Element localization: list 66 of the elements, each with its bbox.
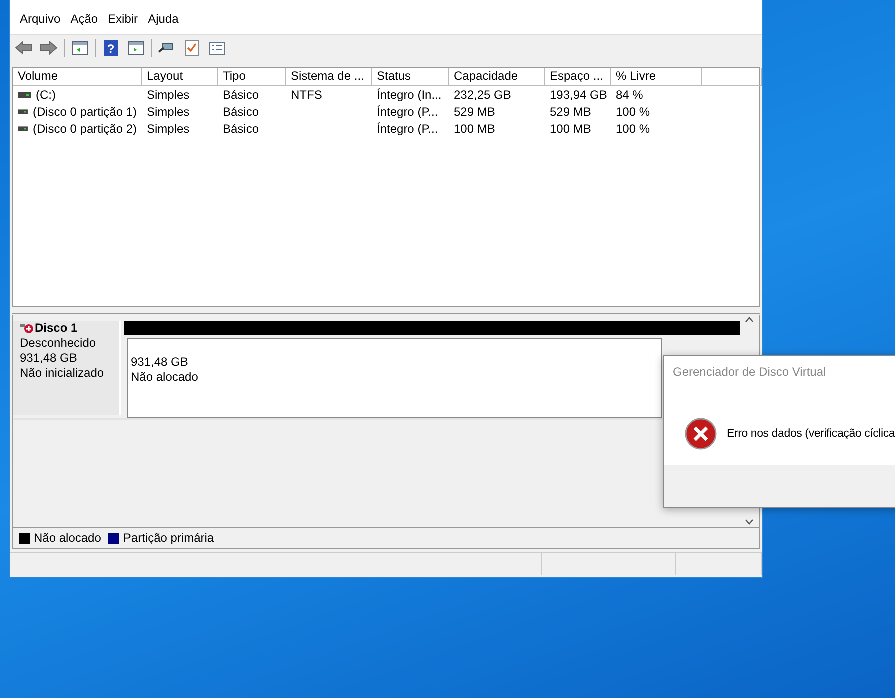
column-header[interactable]: Layout bbox=[142, 68, 218, 86]
table-cell-text: 100 MB bbox=[453, 122, 496, 136]
back-button[interactable] bbox=[14, 39, 34, 57]
check-button[interactable] bbox=[182, 39, 202, 57]
table-cell-text: 100 % bbox=[615, 104, 652, 118]
table-cell: (C:) bbox=[36, 88, 56, 102]
column-header[interactable]: Tipo bbox=[218, 68, 286, 86]
checklist-icon bbox=[209, 42, 225, 54]
partition-size: 931,48 GB bbox=[131, 355, 188, 370]
partition-box[interactable]: 931,48 GB Não alocado bbox=[127, 338, 662, 418]
arrow-left-icon bbox=[15, 41, 33, 55]
chevron-down-icon bbox=[745, 519, 754, 525]
disk-state: Não inicializado bbox=[20, 366, 104, 381]
help-button[interactable]: ? bbox=[101, 39, 121, 57]
table-cell-text: 84 % bbox=[615, 88, 644, 102]
drive-icon bbox=[18, 108, 28, 114]
console-tree-button[interactable] bbox=[70, 39, 90, 57]
table-cell-text: 529 MB bbox=[549, 104, 592, 118]
table-cell-text: 193,94 GB bbox=[549, 88, 608, 102]
column-header[interactable]: Espaço ... bbox=[545, 68, 611, 86]
column-header[interactable]: Sistema de ... bbox=[286, 68, 372, 86]
help-icon: ? bbox=[104, 40, 118, 56]
drive-icon bbox=[18, 92, 31, 98]
table-cell-text: Básico bbox=[222, 88, 260, 102]
chevron-up-icon bbox=[745, 317, 754, 323]
dialog-title: Gerenciador de Disco Virtual bbox=[672, 364, 828, 381]
table-cell-text: Básico bbox=[222, 104, 260, 118]
table-cell: (Disco 0 partição 2) bbox=[32, 122, 137, 136]
table-cell-text: Simples bbox=[146, 104, 191, 118]
table-cell-text: Íntegro (In... bbox=[376, 88, 443, 102]
error-icon bbox=[685, 418, 717, 450]
column-header[interactable]: Capacidade bbox=[449, 68, 545, 86]
menu-item[interactable]: Arquivo bbox=[16, 12, 65, 34]
window-pane-icon bbox=[72, 41, 88, 55]
table-cell-text: NTFS bbox=[290, 88, 324, 102]
legend-label: Não alocado bbox=[34, 531, 102, 545]
legend-label: Partição primária bbox=[123, 531, 214, 545]
partition-label: Não alocado bbox=[131, 370, 198, 386]
menu-item[interactable]: Exibir bbox=[104, 12, 142, 34]
table-cell-text: 100 MB bbox=[549, 122, 592, 136]
properties-button[interactable] bbox=[207, 39, 227, 57]
table-cell: (Disco 0 partição 1) bbox=[32, 104, 137, 118]
drive-icon bbox=[18, 126, 28, 132]
disk-size: 931,48 GB bbox=[20, 351, 78, 366]
window-pane-icon bbox=[128, 41, 144, 55]
menu-item[interactable]: Ajuda bbox=[144, 12, 183, 34]
arrow-right-icon bbox=[40, 41, 58, 55]
column-header[interactable]: Status bbox=[372, 68, 449, 86]
table-cell-text: 529 MB bbox=[453, 104, 496, 118]
table-cell-text: Básico bbox=[222, 122, 260, 136]
table-cell-text: Simples bbox=[146, 122, 191, 136]
table-cell-text: Íntegro (P... bbox=[376, 104, 440, 118]
menu-item[interactable]: Ação bbox=[66, 12, 102, 34]
table-cell-text: Íntegro (P... bbox=[376, 122, 440, 136]
table-cell-text: 232,25 GB bbox=[453, 88, 512, 102]
column-header[interactable]: Volume bbox=[13, 68, 142, 86]
forward-button[interactable] bbox=[39, 39, 59, 57]
checked-page-icon bbox=[185, 40, 199, 56]
error-message: Erro nos dados (verificação cíclica bbox=[727, 428, 895, 440]
action-pane-button[interactable] bbox=[126, 39, 146, 57]
table-cell-text: Simples bbox=[146, 88, 191, 102]
plug-icon bbox=[158, 42, 176, 54]
table-cell-text: 100 % bbox=[615, 122, 652, 136]
disk-name: Disco 1 bbox=[35, 321, 78, 336]
disk-type: Desconhecido bbox=[20, 336, 96, 351]
column-header[interactable]: % Livre bbox=[611, 68, 702, 86]
